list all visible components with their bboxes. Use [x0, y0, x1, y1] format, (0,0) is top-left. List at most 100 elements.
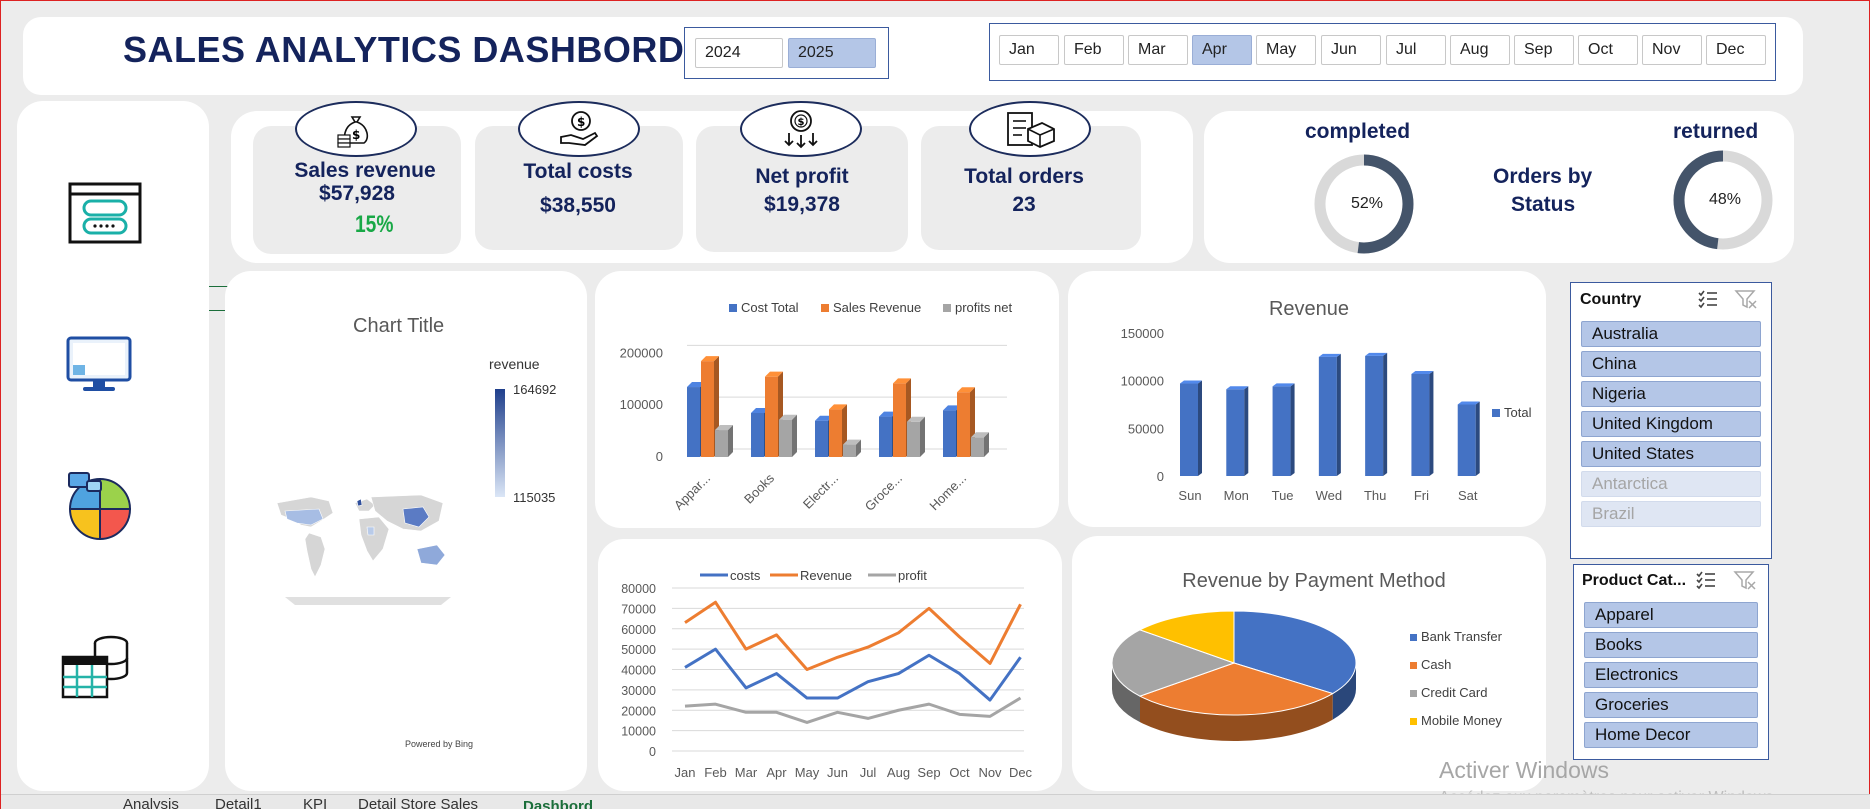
- y-tick-label: 80000: [621, 582, 656, 596]
- bar-side: [1336, 353, 1341, 476]
- y-tick-label: 0: [1157, 469, 1164, 484]
- month-button-sep[interactable]: Sep: [1514, 35, 1574, 65]
- multi-select-icon[interactable]: [1697, 288, 1719, 315]
- x-tick-label: Home...: [926, 471, 969, 514]
- revenue-weekday-chart: Revenue 0 50000 100000 150000 Sun Mon Tue Wed Thu…: [1121, 298, 1532, 503]
- category-slicer-item[interactable]: Home Decor: [1584, 722, 1758, 748]
- category-slicer-item[interactable]: Electronics: [1584, 662, 1758, 688]
- sheet-tab-bar: [1, 794, 1870, 809]
- x-tick-label: Jan: [675, 765, 696, 780]
- month-button-feb[interactable]: Feb: [1064, 35, 1124, 65]
- multi-select-icon[interactable]: [1695, 569, 1717, 596]
- month-button-oct[interactable]: Oct: [1578, 35, 1638, 65]
- sheet-tab-dashbord[interactable]: Dashbord: [523, 798, 593, 809]
- year-button-2025[interactable]: 2025: [788, 38, 876, 68]
- bar-side: [920, 416, 925, 457]
- sheet-tab-kpi[interactable]: KPI: [303, 796, 327, 809]
- x-tick-label: Groce...: [862, 471, 905, 514]
- kpi-value-orders: 23: [1012, 193, 1036, 216]
- x-tick-label: Oct: [949, 765, 970, 780]
- y-tick-label: 60000: [621, 623, 656, 637]
- x-tick-label: Wed: [1316, 488, 1343, 503]
- svg-text:$: $: [352, 128, 360, 142]
- month-button-jul[interactable]: Jul: [1386, 35, 1446, 65]
- clear-filter-icon[interactable]: [1734, 288, 1758, 315]
- month-button-may[interactable]: May: [1256, 35, 1316, 65]
- database-table-icon[interactable]: [61, 633, 133, 706]
- category-slicer-item[interactable]: Books: [1584, 632, 1758, 658]
- bar-side: [1244, 386, 1249, 476]
- country-slicer-item[interactable]: Antarctica: [1581, 471, 1761, 497]
- x-tick-label: Sat: [1458, 488, 1478, 503]
- y-tick-label: 150000: [1121, 326, 1164, 341]
- country-slicer-item[interactable]: United Kingdom: [1581, 411, 1761, 437]
- month-button-mar[interactable]: Mar: [1128, 35, 1188, 65]
- x-tick-label: Feb: [704, 765, 726, 780]
- legend-swatch: [1410, 718, 1417, 725]
- legend-label: Cost Total: [741, 300, 799, 315]
- clear-filter-icon[interactable]: [1733, 569, 1757, 596]
- month-button-aug[interactable]: Aug: [1450, 35, 1510, 65]
- map-africa: [358, 516, 390, 562]
- pie-chart-icon[interactable]: [67, 471, 133, 552]
- svg-text:$: $: [798, 117, 805, 128]
- country-slicer-item[interactable]: United States: [1581, 441, 1761, 467]
- year-button-2024[interactable]: 2024: [695, 38, 783, 68]
- month-button-nov[interactable]: Nov: [1642, 35, 1702, 65]
- month-button-jun[interactable]: Jun: [1321, 35, 1381, 65]
- kpi-value-revenue: $57,928: [319, 182, 395, 205]
- completed-label: completed: [1305, 120, 1411, 143]
- y-tick-label: 70000: [621, 602, 656, 616]
- x-tick-label: Electr...: [800, 471, 841, 512]
- status-center-line2: Status: [1511, 193, 1576, 216]
- legend-swatch: [1410, 662, 1417, 669]
- y-tick-label: 10000: [621, 725, 656, 739]
- category-slicer-item[interactable]: Apparel: [1584, 602, 1758, 628]
- y-tick-label: 50000: [621, 643, 656, 657]
- legend-label: Credit Card: [1421, 685, 1487, 700]
- legend-swatch: [729, 304, 737, 312]
- world-map[interactable]: [271, 489, 471, 609]
- coin-arrows-icon: $: [740, 101, 862, 157]
- bar: [815, 420, 828, 457]
- legend-label: profit: [898, 568, 927, 583]
- x-tick-label: Mon: [1224, 488, 1249, 503]
- monitor-icon[interactable]: [65, 335, 135, 400]
- y-tick-label: 30000: [621, 684, 656, 698]
- x-tick-label: Dec: [1009, 765, 1033, 780]
- bar-side: [1383, 352, 1388, 476]
- legend-label: Mobile Money: [1421, 713, 1502, 728]
- country-slicer-item[interactable]: Nigeria: [1581, 381, 1761, 407]
- svg-text:$: $: [577, 115, 585, 129]
- month-button-dec[interactable]: Dec: [1706, 35, 1766, 65]
- x-tick-label: Appar...: [671, 471, 713, 513]
- bar: [687, 387, 700, 457]
- sheet-tab-analysis[interactable]: Analysis: [123, 796, 179, 809]
- x-tick-label: Sun: [1178, 488, 1201, 503]
- returned-label: returned: [1673, 120, 1759, 143]
- sheet-tab-detail1[interactable]: Detail1: [215, 796, 262, 809]
- map-australia: [416, 544, 446, 566]
- month-button-jan[interactable]: Jan: [999, 35, 1059, 65]
- legend-swatch: [1410, 634, 1417, 641]
- x-tick-label: Mar: [735, 765, 758, 780]
- bar-side: [728, 425, 733, 457]
- sheet-tab-detail-store-sales[interactable]: Detail Store Sales: [358, 796, 478, 809]
- bar-side: [1198, 380, 1202, 476]
- bar: [893, 383, 906, 457]
- country-slicer-item[interactable]: Brazil: [1581, 501, 1761, 527]
- country-slicer-item[interactable]: China: [1581, 351, 1761, 377]
- category-slicer-title: Product Cat...: [1582, 572, 1687, 589]
- y-tick-label: 200000: [620, 345, 663, 360]
- x-tick-label: Thu: [1364, 488, 1386, 503]
- country-slicer-item[interactable]: Australia: [1581, 321, 1761, 347]
- browser-window-icon[interactable]: [67, 181, 143, 250]
- category-slicer-item[interactable]: Groceries: [1584, 692, 1758, 718]
- money-bag-icon: $: [295, 101, 417, 157]
- bar: [1180, 383, 1198, 476]
- legend-label: Sales Revenue: [833, 300, 921, 315]
- month-button-apr[interactable]: Apr: [1192, 35, 1252, 65]
- map-south-america: [304, 532, 326, 578]
- country-slicer-title: Country: [1580, 291, 1642, 308]
- bar-side: [792, 414, 797, 457]
